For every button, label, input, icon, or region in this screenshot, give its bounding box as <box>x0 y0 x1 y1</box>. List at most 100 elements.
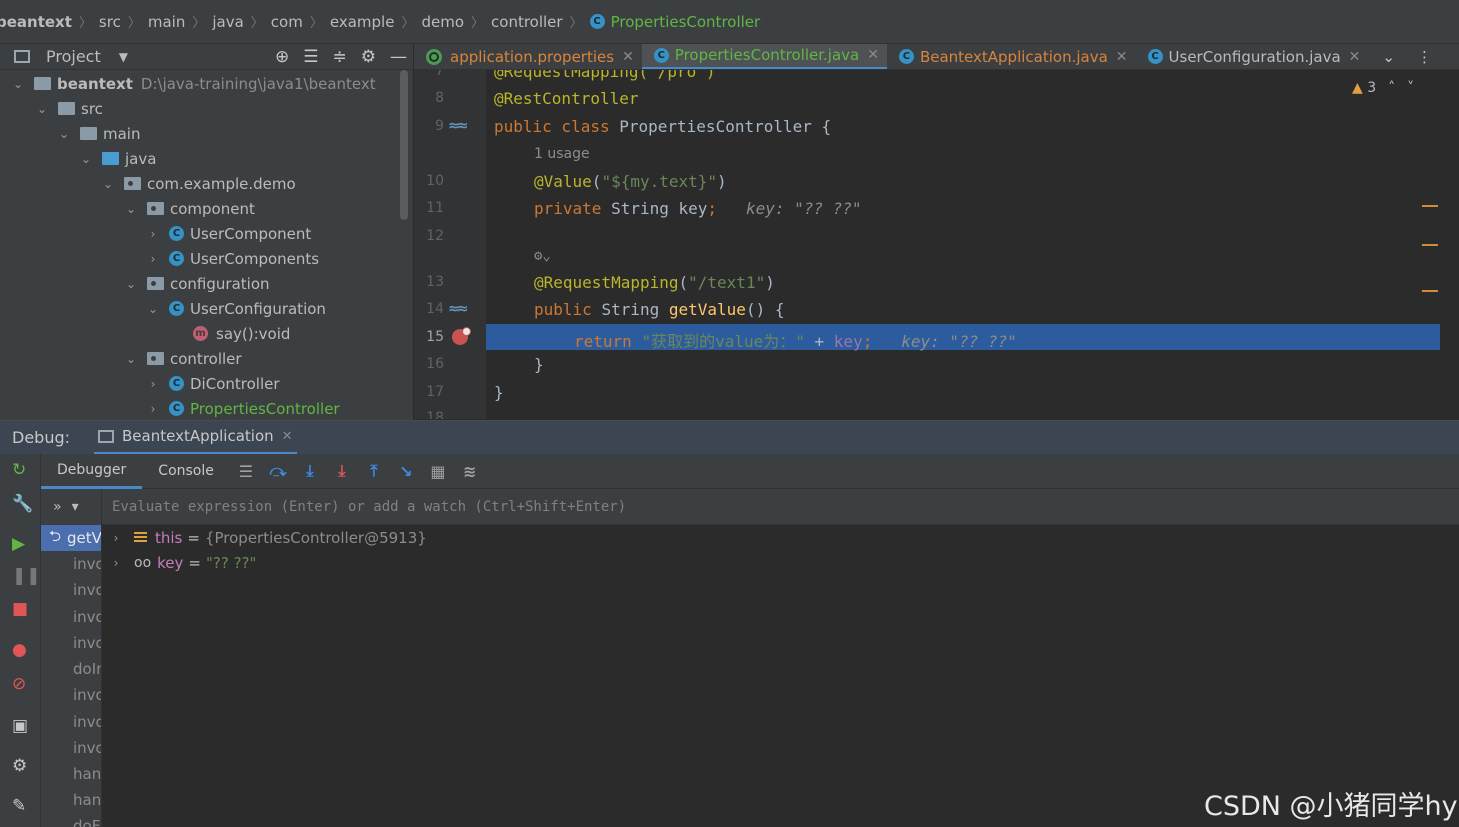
tree-item-usercomponents[interactable]: › C UserComponents <box>147 246 320 271</box>
rerun-icon[interactable]: ↻ <box>12 460 26 480</box>
breadcrumb-current[interactable]: PropertiesController <box>611 13 761 31</box>
frame-item[interactable]: invo <box>41 604 101 630</box>
chevron-down-icon[interactable]: ˅ <box>1407 80 1414 96</box>
hide-icon[interactable]: — <box>390 47 407 67</box>
close-icon[interactable]: ✕ <box>1116 49 1128 65</box>
tab-debug-session[interactable]: BeantextApplication ✕ <box>94 421 297 455</box>
inspection-widget[interactable]: ▲ 3 ˄ ˅ <box>1352 80 1414 96</box>
gear-icon[interactable]: ⚙ <box>361 47 376 67</box>
more-icon[interactable]: » <box>53 499 62 515</box>
chevron-down-icon[interactable]: ⌄ <box>125 202 137 216</box>
run-to-cursor-icon[interactable]: ↘ <box>390 462 422 481</box>
tree-item-configuration[interactable]: ⌄ configuration <box>125 271 270 296</box>
tree-item-java[interactable]: ⌄ java <box>80 146 156 171</box>
stop-icon[interactable]: ■ <box>12 599 28 619</box>
collapse-all-icon[interactable]: ≑ <box>333 47 347 67</box>
pin-icon[interactable]: ✎ <box>12 796 26 816</box>
tab-userconfiguration[interactable]: C UserConfiguration.java ✕ <box>1136 44 1369 69</box>
frame-item[interactable]: invo <box>41 577 101 603</box>
editor-scrollbar[interactable] <box>1440 70 1459 419</box>
warning-marker[interactable] <box>1422 290 1438 292</box>
frame-item[interactable]: hanc <box>41 761 101 787</box>
variable-row[interactable]: › oo key = "?? ??" <box>102 550 257 575</box>
step-out-icon[interactable]: ⤒ <box>358 461 390 481</box>
chevron-down-icon[interactable]: ⌄ <box>125 277 137 291</box>
breadcrumb-item[interactable]: src <box>99 13 121 31</box>
breadcrumb-item[interactable]: com <box>271 13 303 31</box>
tree-item-package[interactable]: ⌄ com.example.demo <box>102 171 296 196</box>
pause-icon[interactable]: ❚❚ <box>12 566 41 586</box>
wrench-icon[interactable]: 🔧 <box>12 494 33 514</box>
chevron-down-icon[interactable]: ⌄ <box>102 177 114 191</box>
frame-item[interactable]: invo <box>41 682 101 708</box>
frame-item[interactable]: invo <box>41 630 101 656</box>
chevron-right-icon[interactable]: › <box>147 377 159 391</box>
tab-beantextapplication[interactable]: C BeantextApplication.java ✕ <box>887 44 1136 69</box>
chevron-up-icon[interactable]: ˄ <box>1388 80 1395 96</box>
close-icon[interactable]: ✕ <box>867 47 879 63</box>
mute-breakpoints-icon[interactable]: ⊘ <box>12 674 26 694</box>
trace-icon[interactable]: ≋ <box>454 462 486 481</box>
frame-item[interactable]: hanc <box>41 787 101 813</box>
frame-item[interactable]: doIn <box>41 656 101 682</box>
tab-debugger[interactable]: Debugger <box>41 454 143 489</box>
gear-icon[interactable]: ⚙ <box>12 756 27 776</box>
chevron-right-icon[interactable]: › <box>147 252 159 266</box>
tree-item-usercomponent[interactable]: › C UserComponent <box>147 221 312 246</box>
usage-hint[interactable]: 1 usage <box>534 146 590 162</box>
tree-item-src[interactable]: ⌄ src <box>36 96 103 121</box>
resume-icon[interactable]: ▶ <box>12 534 25 554</box>
chevron-down-icon[interactable]: ⌄ <box>80 152 92 166</box>
chevron-right-icon[interactable]: › <box>110 531 122 545</box>
chevron-down-icon[interactable]: ⌄ <box>12 77 24 91</box>
tab-propertiescontroller[interactable]: C PropertiesController.java ✕ <box>641 44 887 69</box>
expand-all-icon[interactable]: ☰ <box>303 47 318 67</box>
chevron-down-icon[interactable]: ⌄ <box>1382 48 1395 66</box>
step-over-icon[interactable]: ⤼ <box>262 461 294 481</box>
tab-console[interactable]: Console <box>142 454 230 489</box>
breadcrumb-item[interactable]: java <box>212 13 243 31</box>
locate-icon[interactable]: ⊕ <box>275 47 289 67</box>
warning-marker[interactable] <box>1422 244 1438 246</box>
warning-marker[interactable] <box>1422 205 1438 207</box>
breadcrumb-item[interactable]: beantext <box>0 13 72 31</box>
breakpoint-icon[interactable] <box>452 327 471 345</box>
evaluate-icon[interactable]: ▦ <box>422 462 454 481</box>
frame-item[interactable]: doF <box>41 813 101 827</box>
chevron-down-icon[interactable]: ⌄ <box>36 102 48 116</box>
close-icon[interactable]: ✕ <box>1349 49 1361 65</box>
chevron-down-icon[interactable]: ⌄ <box>58 127 70 141</box>
code-editor[interactable]: @RequestMapping("/pro") @RestController … <box>486 70 1440 419</box>
tree-item-userconfiguration[interactable]: ⌄ C UserConfiguration <box>147 296 326 321</box>
frame-item[interactable]: invo <box>41 735 101 761</box>
force-step-into-icon[interactable]: ⤓ <box>326 461 358 481</box>
tree-item-beantext[interactable]: ⌄ beantext D:\java-training\java1\beante… <box>12 71 376 96</box>
breadcrumb-item[interactable]: main <box>148 13 185 31</box>
breadcrumb-item[interactable]: demo <box>421 13 464 31</box>
menu-icon[interactable]: ☰ <box>230 462 262 481</box>
tab-application-properties[interactable]: application.properties ✕ <box>414 44 642 69</box>
ai-assist-icon[interactable]: ⚙⌄ <box>534 248 551 264</box>
chevron-right-icon[interactable]: › <box>110 556 122 570</box>
frame-item[interactable]: invo <box>41 551 101 577</box>
frame-item[interactable]: ⮌ getV <box>41 525 101 551</box>
frame-item[interactable]: invo <box>41 709 101 735</box>
camera-icon[interactable]: ▣ <box>12 716 28 736</box>
project-view-selector[interactable]: Project ▼ <box>46 47 128 66</box>
view-breakpoints-icon[interactable]: ● <box>12 640 27 660</box>
chevron-right-icon[interactable]: › <box>147 402 159 416</box>
chevron-down-icon[interactable]: ⌄ <box>125 352 137 366</box>
evaluate-expression-input[interactable]: Evaluate expression (Enter) or add a wat… <box>102 489 1459 525</box>
tree-item-propertiescontroller[interactable]: › C PropertiesController <box>147 396 340 420</box>
breadcrumb-item[interactable]: controller <box>491 13 563 31</box>
tree-item-dicontroller[interactable]: › C DiController <box>147 371 280 396</box>
tree-scrollbar[interactable] <box>400 70 408 220</box>
tree-item-main[interactable]: ⌄ main <box>58 121 141 146</box>
more-icon[interactable]: ⋮ <box>1417 48 1432 66</box>
close-icon[interactable]: ✕ <box>622 49 634 65</box>
implemented-icon[interactable]: ≈≈ <box>448 301 469 317</box>
chevron-right-icon[interactable]: › <box>147 227 159 241</box>
chevron-down-icon[interactable]: ⌄ <box>147 302 159 316</box>
tree-item-controller[interactable]: ⌄ controller <box>125 346 242 371</box>
tree-item-say-method[interactable]: m say():void <box>193 321 290 346</box>
